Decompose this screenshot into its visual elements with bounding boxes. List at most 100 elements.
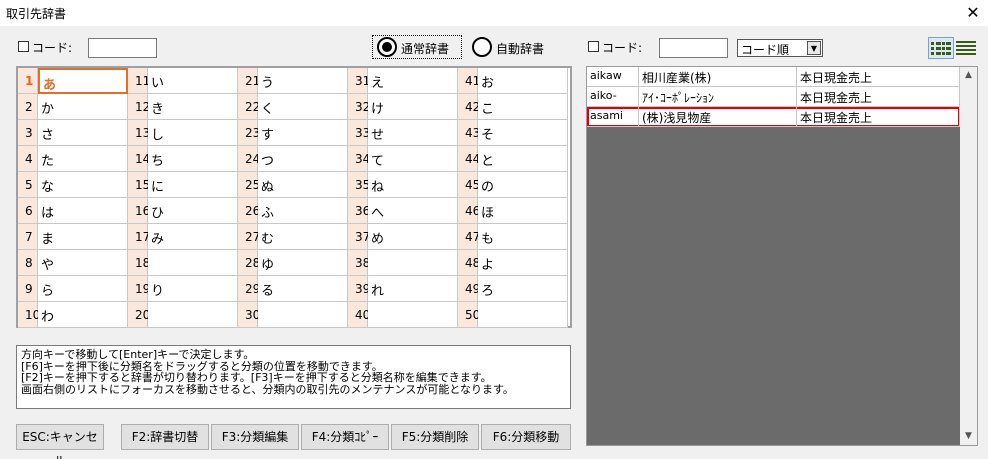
grid-number: 36 xyxy=(348,198,370,224)
esc-cancel-button[interactable]: ESC:キャンセル xyxy=(16,424,104,459)
list-row-selected[interactable]: asami (株)浅見物産 本日現金売上 xyxy=(587,107,960,127)
grid-number: 31 xyxy=(348,68,370,94)
f5-delete-category-button[interactable]: F5:分類削除 xyxy=(391,424,479,450)
list-view-icon[interactable] xyxy=(954,37,980,59)
grid-category-cell[interactable] xyxy=(368,250,458,276)
grid-number: 29 xyxy=(238,276,260,302)
grid-category-cell[interactable]: ち xyxy=(148,146,238,172)
grid-category-cell[interactable]: ろ xyxy=(478,276,568,302)
grid-category-cell[interactable]: ぬ xyxy=(258,172,348,198)
code-input[interactable] xyxy=(88,38,157,58)
grid-number: 14 xyxy=(128,146,150,172)
grid-category-cell[interactable] xyxy=(148,302,238,328)
right-code-label: コード: xyxy=(602,41,643,55)
grid-category-cell[interactable]: つ xyxy=(258,146,348,172)
scroll-down-icon[interactable]: ▼ xyxy=(960,428,977,445)
grid-category-cell[interactable]: れ xyxy=(368,276,458,302)
grid-category-cell[interactable]: た xyxy=(38,146,128,172)
grid-number: 19 xyxy=(128,276,150,302)
grid-view-icon[interactable] xyxy=(928,37,954,59)
list-cell-note: 本日現金売上 xyxy=(797,107,960,127)
grid-category-cell[interactable] xyxy=(258,302,348,328)
grid-category-cell[interactable]: ま xyxy=(38,224,128,250)
f2-switch-dictionary-button[interactable]: F2:辞書切替 xyxy=(121,424,209,450)
close-icon[interactable]: ✕ xyxy=(958,0,988,26)
grid-category-cell[interactable]: む xyxy=(258,224,348,250)
grid-number: 32 xyxy=(348,94,370,120)
list-row[interactable]: aikaw 相川産業(株) 本日現金売上 xyxy=(587,67,960,87)
grid-category-cell[interactable]: お xyxy=(478,68,568,94)
list-cell-name: ｱｲ･ｺｰﾎﾟﾚｰｼｮﾝ xyxy=(639,87,797,107)
grid-number: 2 xyxy=(18,94,38,120)
help-line: [F2]キーを押下すると辞書が切り替わります。[F3]キーを押下すると分類名称を… xyxy=(21,371,492,384)
customer-list[interactable]: aikaw 相川産業(株) 本日現金売上 aiko- ｱｲ･ｺｰﾎﾟﾚｰｼｮﾝ 本日現金売… xyxy=(586,66,978,446)
grid-category-cell[interactable]: は xyxy=(38,198,128,224)
grid-category-cell[interactable]: え xyxy=(368,68,458,94)
grid-category-cell[interactable]: ほ xyxy=(478,198,568,224)
grid-category-cell[interactable]: し xyxy=(148,120,238,146)
grid-category-cell[interactable]: す xyxy=(258,120,348,146)
grid-category-cell[interactable]: と xyxy=(478,146,568,172)
grid-number: 7 xyxy=(18,224,38,250)
grid-category-cell[interactable]: も xyxy=(478,224,568,250)
grid-category-cell[interactable]: う xyxy=(258,68,348,94)
grid-category-cell[interactable]: い xyxy=(148,68,238,94)
grid-category-cell[interactable]: け xyxy=(368,94,458,120)
grid-number: 48 xyxy=(458,250,480,276)
list-cell-code: aikaw xyxy=(587,67,639,87)
grid-category-cell[interactable] xyxy=(478,302,568,328)
sort-order-value: コード順 xyxy=(741,43,790,57)
grid-category-cell[interactable] xyxy=(368,302,458,328)
grid-category-cell[interactable]: り xyxy=(148,276,238,302)
grid-category-cell[interactable]: こ xyxy=(478,94,568,120)
grid-number: 44 xyxy=(458,146,480,172)
grid-category-cell[interactable]: く xyxy=(258,94,348,120)
grid-category-cell[interactable]: の xyxy=(478,172,568,198)
grid-category-cell[interactable]: る xyxy=(258,276,348,302)
grid-category-cell[interactable]: て xyxy=(368,146,458,172)
radio-normal-dictionary[interactable] xyxy=(377,37,397,57)
grid-category-cell[interactable]: ら xyxy=(38,276,128,302)
grid-category-cell[interactable]: か xyxy=(38,94,128,120)
vertical-scrollbar[interactable]: ▲ ▼ xyxy=(960,67,977,445)
grid-category-cell-selected[interactable]: あ xyxy=(38,68,128,94)
grid-category-cell[interactable]: ゆ xyxy=(258,250,348,276)
grid-number: 47 xyxy=(458,224,480,250)
grid-number: 20 xyxy=(128,302,150,328)
list-row[interactable]: aiko- ｱｲ･ｺｰﾎﾟﾚｰｼｮﾝ 本日現金売上 xyxy=(587,87,960,107)
list-cell-name: (株)浅見物産 xyxy=(639,107,797,127)
grid-category-cell[interactable]: な xyxy=(38,172,128,198)
grid-category-cell[interactable]: ね xyxy=(368,172,458,198)
grid-category-cell[interactable]: め xyxy=(368,224,458,250)
grid-number: 39 xyxy=(348,276,370,302)
f4-copy-category-button[interactable]: F4:分類ｺﾋﾟｰ xyxy=(301,424,389,450)
grid-number: 25 xyxy=(238,172,260,198)
radio-auto-dictionary[interactable] xyxy=(472,37,492,57)
grid-category-cell[interactable]: み xyxy=(148,224,238,250)
code-checkbox[interactable] xyxy=(18,41,29,52)
kana-category-grid: 1 あ 11 い 21 う 31 え 41 お 2 か 12 き 22 く 32 け 42 こ 3 さ 13 し 23 す 33 せ 4… xyxy=(16,66,572,328)
grid-number: 38 xyxy=(348,250,370,276)
grid-category-cell[interactable]: せ xyxy=(368,120,458,146)
grid-category-cell[interactable]: ふ xyxy=(258,198,348,224)
grid-category-cell[interactable]: へ xyxy=(368,198,458,224)
scroll-up-icon[interactable]: ▲ xyxy=(960,67,977,84)
sort-order-select[interactable]: コード順 ▼ xyxy=(737,39,823,57)
grid-category-cell[interactable]: よ xyxy=(478,250,568,276)
right-code-input[interactable] xyxy=(659,38,728,58)
grid-category-cell[interactable]: に xyxy=(148,172,238,198)
f3-edit-category-button[interactable]: F3:分類編集 xyxy=(211,424,299,450)
right-code-checkbox[interactable] xyxy=(588,41,599,52)
f6-move-category-button[interactable]: F6:分類移動 xyxy=(481,424,571,450)
grid-category-cell[interactable]: き xyxy=(148,94,238,120)
grid-category-cell[interactable]: わ xyxy=(38,302,128,328)
grid-category-cell[interactable] xyxy=(148,250,238,276)
grid-category-cell[interactable]: そ xyxy=(478,120,568,146)
grid-category-cell[interactable]: ひ xyxy=(148,198,238,224)
grid-number: 24 xyxy=(238,146,260,172)
list-cell-code: aiko- xyxy=(587,87,639,107)
grid-number: 40 xyxy=(348,302,370,328)
grid-category-cell[interactable]: さ xyxy=(38,120,128,146)
grid-number: 18 xyxy=(128,250,150,276)
grid-category-cell[interactable]: や xyxy=(38,250,128,276)
